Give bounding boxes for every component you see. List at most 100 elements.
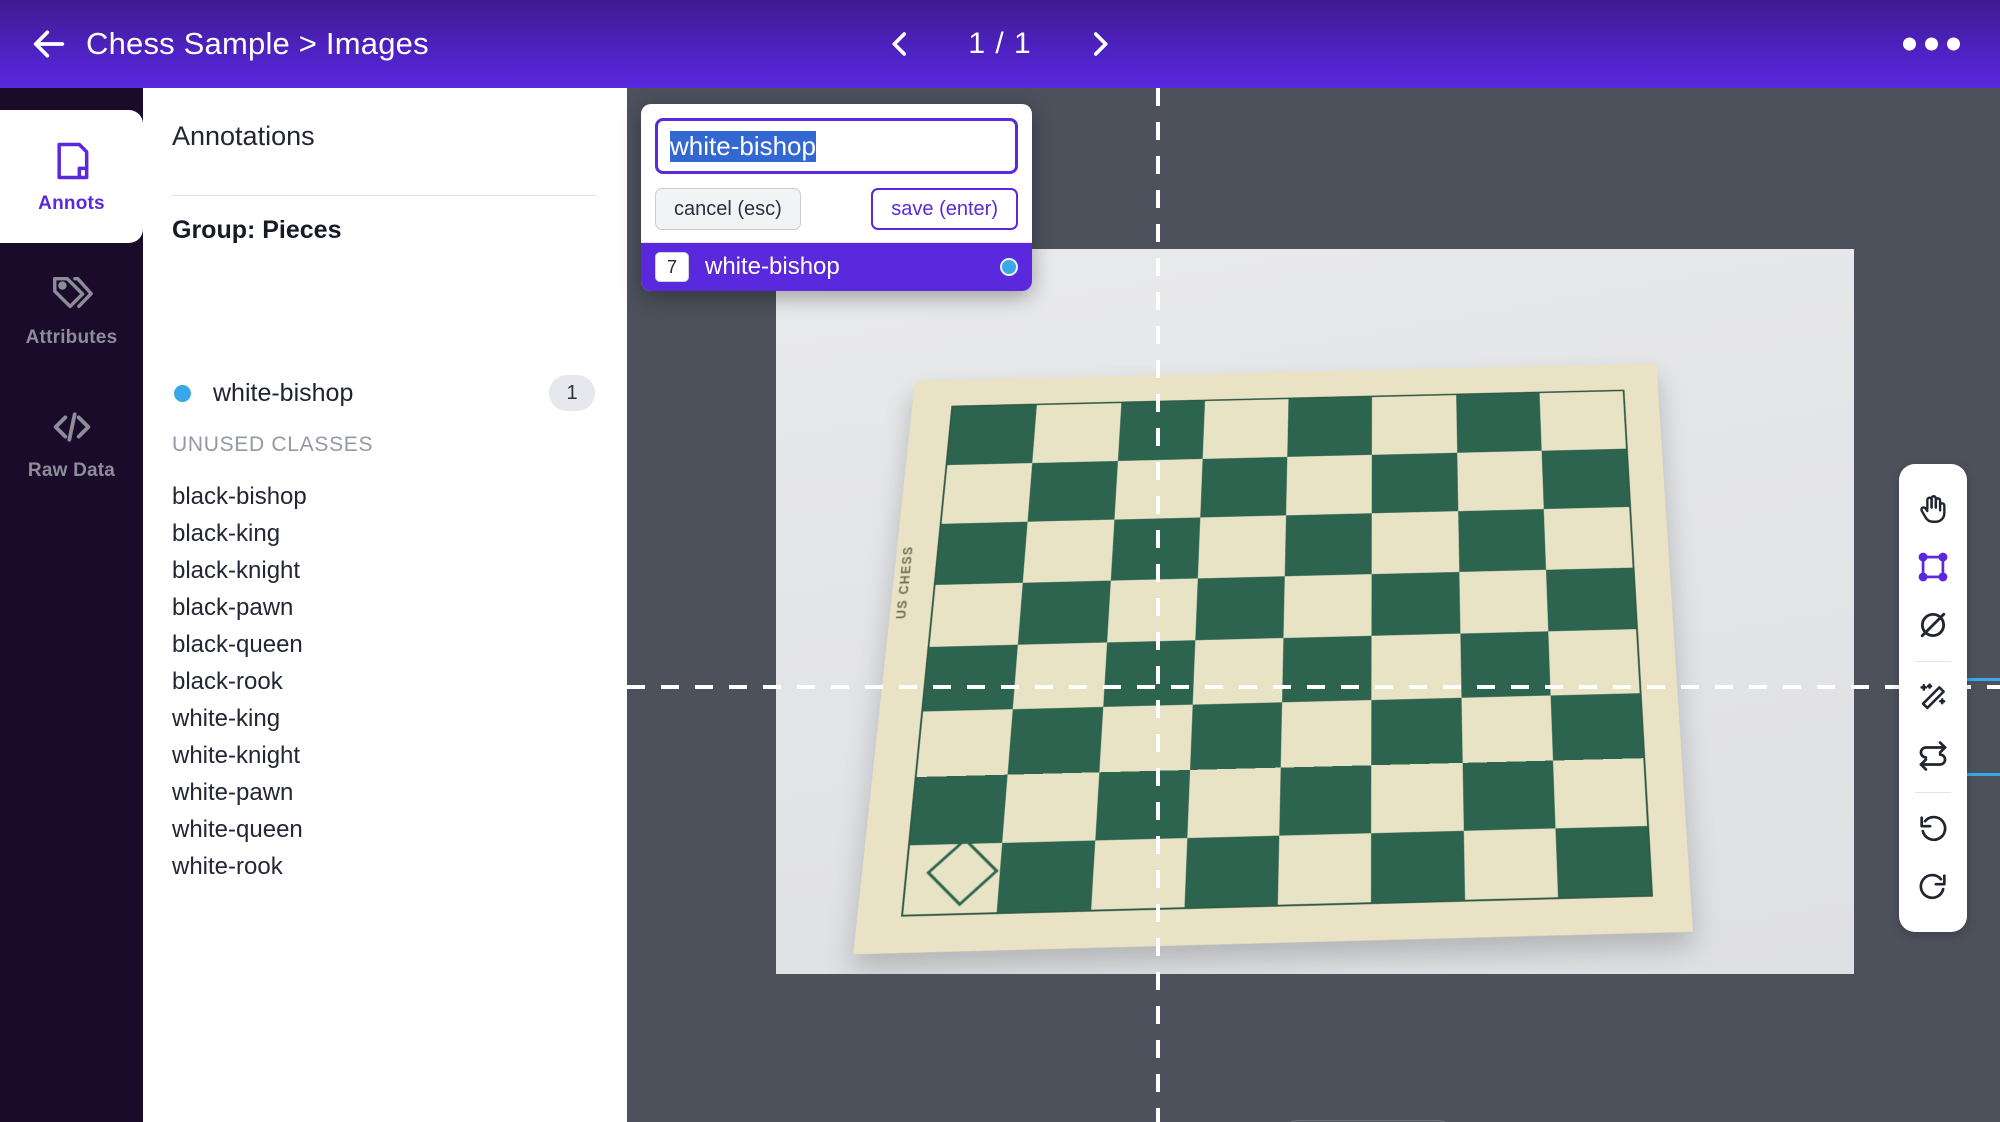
label-option-color-dot: [1000, 258, 1018, 276]
repeat-icon: [1916, 739, 1950, 773]
board-square: [1372, 511, 1459, 574]
auto-annotate-tool[interactable]: [1903, 669, 1963, 727]
dialog-buttons: cancel (esc) save (enter): [655, 188, 1018, 230]
board-square: [1184, 835, 1279, 907]
board-square: [1002, 772, 1098, 842]
annotation-class-row[interactable]: white-bishop 1: [165, 371, 605, 415]
ellipsis-icon: [1925, 38, 1938, 51]
board-square: [1095, 770, 1190, 840]
list-item[interactable]: black-king: [172, 515, 602, 552]
sidebar-item-raw-data[interactable]: Raw Data: [0, 376, 143, 509]
chess-board: US CHESS: [853, 363, 1693, 954]
list-item[interactable]: black-bishop: [172, 478, 602, 515]
board-square: [910, 775, 1008, 845]
prev-image-button[interactable]: [878, 22, 922, 66]
list-item[interactable]: white-knight: [172, 737, 602, 774]
tool-palette: [1899, 464, 1967, 932]
label-input[interactable]: [655, 118, 1018, 174]
list-item[interactable]: white-king: [172, 700, 602, 737]
note-icon: [50, 139, 94, 183]
board-square: [1032, 403, 1120, 463]
board-square: [1023, 520, 1114, 583]
board-square: [917, 709, 1013, 777]
chess-board-photo: US CHESS: [776, 249, 1854, 974]
crosshair-vertical: [1156, 88, 1160, 1122]
next-image-button[interactable]: [1078, 22, 1122, 66]
board-square: [1018, 580, 1110, 645]
board-square: [1544, 507, 1633, 569]
board-square: [1103, 640, 1195, 706]
toolbar-divider: [1915, 792, 1951, 793]
crosshair-horizontal: [627, 685, 2000, 689]
class-name: white-bishop: [213, 379, 353, 408]
board-square: [1371, 697, 1462, 765]
sidebar-item-label: Raw Data: [28, 460, 115, 482]
board-square: [1553, 758, 1647, 828]
board-square: [1195, 576, 1285, 640]
board-square: [942, 463, 1033, 524]
chevron-left-icon: [883, 27, 917, 61]
redo-tool[interactable]: [1903, 858, 1963, 916]
board-square: [1200, 456, 1287, 517]
board-square: [923, 645, 1018, 711]
tag-icon: [49, 271, 95, 317]
undo-tool[interactable]: [1903, 800, 1963, 858]
mark-null-tool[interactable]: [1903, 596, 1963, 654]
label-option-white-bishop[interactable]: 7 white-bishop: [641, 243, 1032, 291]
board-square: [1099, 704, 1193, 772]
list-item[interactable]: black-knight: [172, 552, 602, 589]
pan-hand-icon: [1916, 492, 1950, 526]
board-square: [936, 522, 1028, 585]
board-square: [1283, 574, 1371, 638]
board-square: [929, 582, 1023, 647]
board-square: [1187, 768, 1281, 838]
sidebar-item-attributes[interactable]: Attributes: [0, 243, 143, 376]
list-item[interactable]: white-queen: [172, 811, 602, 848]
list-item[interactable]: white-rook: [172, 848, 602, 885]
list-item[interactable]: black-rook: [172, 663, 602, 700]
page-navigator: 1 / 1: [878, 22, 1122, 66]
board-square: [1372, 634, 1461, 700]
board-square: [1462, 761, 1555, 831]
panel-title: Annotations: [172, 121, 315, 152]
undo-icon: [1916, 812, 1950, 846]
page-count: 1 / 1: [958, 27, 1042, 61]
cancel-button[interactable]: cancel (esc): [655, 188, 801, 230]
group-title: Group: Pieces: [172, 216, 342, 245]
list-item[interactable]: white-pawn: [172, 774, 602, 811]
pan-hand-tool[interactable]: [1903, 480, 1963, 538]
board-square: [1372, 395, 1457, 454]
bounding-box-icon: [1916, 550, 1950, 584]
top-bar: Chess Sample > Images 1 / 1: [0, 0, 2000, 88]
board-square: [1202, 399, 1288, 458]
null-ellipse-icon: [1916, 608, 1950, 642]
list-item[interactable]: black-queen: [172, 626, 602, 663]
board-square: [1286, 454, 1372, 515]
ellipsis-icon: [1947, 38, 1960, 51]
board-square: [1190, 702, 1282, 770]
board-square: [997, 840, 1095, 912]
arrow-left-icon: [29, 24, 69, 64]
chess-board-grid: [903, 391, 1651, 915]
board-square: [1461, 695, 1553, 763]
bounding-box-tool[interactable]: [1903, 538, 1963, 596]
board-square: [1013, 642, 1107, 708]
board-square: [1459, 569, 1548, 633]
board-square: [1285, 513, 1372, 576]
board-square: [1091, 838, 1187, 910]
sidebar-item-annots[interactable]: Annots: [0, 110, 143, 243]
board-square: [1371, 830, 1464, 902]
board-square: [1456, 393, 1542, 452]
dialog-body: cancel (esc) save (enter): [641, 104, 1032, 242]
repeat-previous-tool[interactable]: [1903, 727, 1963, 785]
save-button[interactable]: save (enter): [871, 188, 1018, 230]
overflow-menu-button[interactable]: [1897, 24, 1966, 65]
back-button[interactable]: [22, 17, 76, 71]
list-item[interactable]: black-pawn: [172, 589, 602, 626]
chevron-right-icon: [1083, 27, 1117, 61]
board-square: [1539, 391, 1626, 450]
board-square: [1198, 515, 1286, 578]
board-square: [1287, 397, 1372, 456]
class-count-badge: 1: [549, 375, 595, 411]
left-rail: Annots Attributes Raw Data: [0, 88, 143, 1122]
